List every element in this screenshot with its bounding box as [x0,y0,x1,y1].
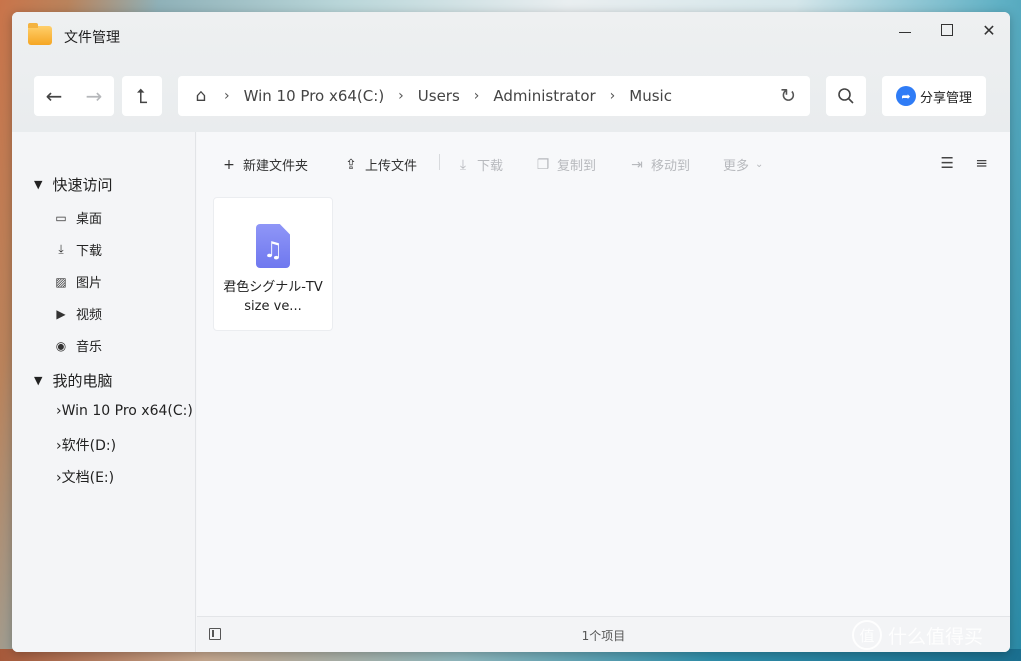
copy-to-label: 复制到 [557,159,597,174]
sidebar-item-desktop[interactable]: ▭ 桌面 [54,208,103,228]
chevron-right-icon: › [473,88,480,104]
maximize-button[interactable] [932,18,962,42]
image-icon: ▨ [55,274,67,289]
upload-label: 上传文件 [365,159,418,174]
copy-to-button[interactable]: ❐ 复制到 [535,155,597,175]
share-label: 分享管理 [919,90,972,106]
minimize-icon [899,31,911,33]
back-arrow-icon[interactable]: ← [34,84,74,108]
download-label: 下载 [477,159,504,174]
sidebar-drive-c[interactable]: ›Win 10 Pro x64(C:) [56,403,193,419]
sidebar-item-download[interactable]: ⤓ 下载 [54,240,102,259]
section-label: 快速访问 [52,176,113,194]
more-button[interactable]: 更多 ⌄ [723,155,763,174]
file-area: + 新建文件夹 ⇪ 上传文件 ⤓ 下载 ❐ 复制到 ⇥ 移动到 更多 ⌄ ☰ ≡… [197,132,1010,616]
more-label: 更多 [723,159,750,174]
download-icon: ⤓ [459,156,467,173]
sidebar: ▼ 快速访问 ▭ 桌面 ⤓ 下载 ▨ 图片 ▶ 视频 ◉ 音乐 ▼ 我的电脑 ›… [12,132,196,652]
breadcrumb-drive[interactable]: Win 10 Pro x64(C:) [244,87,385,105]
upload-icon: ⇪ [345,156,357,173]
folder-app-icon [28,23,52,45]
upload-button[interactable]: ⇪ 上传文件 [343,155,418,175]
sidebar-section-quick-access[interactable]: ▼ 快速访问 [34,174,112,195]
minimize-button[interactable] [890,18,920,42]
sidebar-item-label: 图片 [76,276,103,291]
chevron-down-icon: ▼ [34,374,43,387]
section-label: 我的电脑 [52,372,113,390]
share-management-button[interactable]: ➦ 分享管理 [882,76,986,116]
sidebar-item-label: 桌面 [76,212,103,227]
new-folder-label: 新建文件夹 [243,159,309,174]
window-title: 文件管理 [64,30,120,46]
sort-icon[interactable]: ≡ [975,154,988,172]
file-manager-window: 文件管理 ✕ ← → ⮤ ⌂ › Win 10 Pro x64(C:) › Us… [12,12,1010,652]
search-icon [838,88,854,104]
sidebar-item-pictures[interactable]: ▨ 图片 [54,272,103,292]
toolbar: + 新建文件夹 ⇪ 上传文件 ⤓ 下载 ❐ 复制到 ⇥ 移动到 更多 ⌄ ☰ ≡ [197,152,1010,178]
refresh-icon[interactable]: ↻ [780,85,796,107]
drive-label: Win 10 Pro x64(C:) [61,403,193,419]
breadcrumb-administrator[interactable]: Administrator [493,87,595,105]
sidebar-item-videos[interactable]: ▶ 视频 [54,304,103,324]
sidebar-drive-e[interactable]: ›文档(E:) [56,467,114,487]
file-name: 君色シグナル-TV size ve... [223,280,323,314]
move-folder-icon: ⇥ [631,156,643,173]
sidebar-item-label: 视频 [76,308,103,323]
drive-label: 软件(D:) [61,438,117,454]
search-button[interactable] [826,76,866,116]
home-icon[interactable]: ⌂ [178,86,224,106]
list-view-icon[interactable]: ☰ [941,154,954,172]
desktop-icon: ▭ [55,210,67,225]
up-arrow-icon: ⮤ [136,84,148,108]
file-item[interactable]: ♫ 君色シグナル-TV size ve... [213,197,333,331]
toolbar-divider [439,154,440,170]
drive-label: 文档(E:) [61,470,115,486]
chevron-right-icon: › [398,88,404,104]
share-icon: ➦ [895,86,916,106]
chevron-down-icon: ⌄ [755,159,764,170]
breadcrumb-music[interactable]: Music [629,87,672,105]
music-icon: ◉ [55,338,67,353]
forward-arrow-icon[interactable]: → [74,84,114,108]
back-forward-group: ← → [34,76,114,116]
watermark-text: 什么值得买 [888,625,984,648]
chevron-right-icon: › [609,88,616,104]
maximize-icon [941,24,953,36]
close-icon: ✕ [982,20,996,40]
download-button[interactable]: ⤓ 下载 [455,155,504,175]
chevron-down-icon: ▼ [34,178,43,191]
breadcrumb-users[interactable]: Users [418,87,460,105]
sidebar-item-label: 音乐 [76,340,103,355]
window-header: 文件管理 ✕ ← → ⮤ ⌂ › Win 10 Pro x64(C:) › Us… [12,12,1010,132]
download-icon: ⤓ [58,242,64,256]
up-level-button[interactable]: ⮤ [122,76,162,116]
new-folder-button[interactable]: + 新建文件夹 [221,155,309,175]
move-to-label: 移动到 [651,159,691,174]
move-to-button[interactable]: ⇥ 移动到 [629,155,691,175]
address-bar[interactable]: ⌂ › Win 10 Pro x64(C:) › Users › Adminis… [178,76,810,116]
chevron-right-icon: › [224,88,230,104]
music-note-icon: ♫ [263,237,283,263]
sidebar-section-my-computer[interactable]: ▼ 我的电脑 [34,370,112,391]
copy-icon: ❐ [536,156,550,173]
watermark: 值 什么值得买 [852,620,983,650]
sidebar-drive-d[interactable]: ›软件(D:) [56,435,116,455]
video-icon: ▶ [56,306,66,321]
close-button[interactable]: ✕ [974,18,1004,42]
sidebar-item-label: 下载 [76,244,103,259]
sidebar-item-music[interactable]: ◉ 音乐 [54,336,103,356]
plus-icon: + [223,156,235,173]
watermark-logo-icon: 值 [852,620,882,650]
